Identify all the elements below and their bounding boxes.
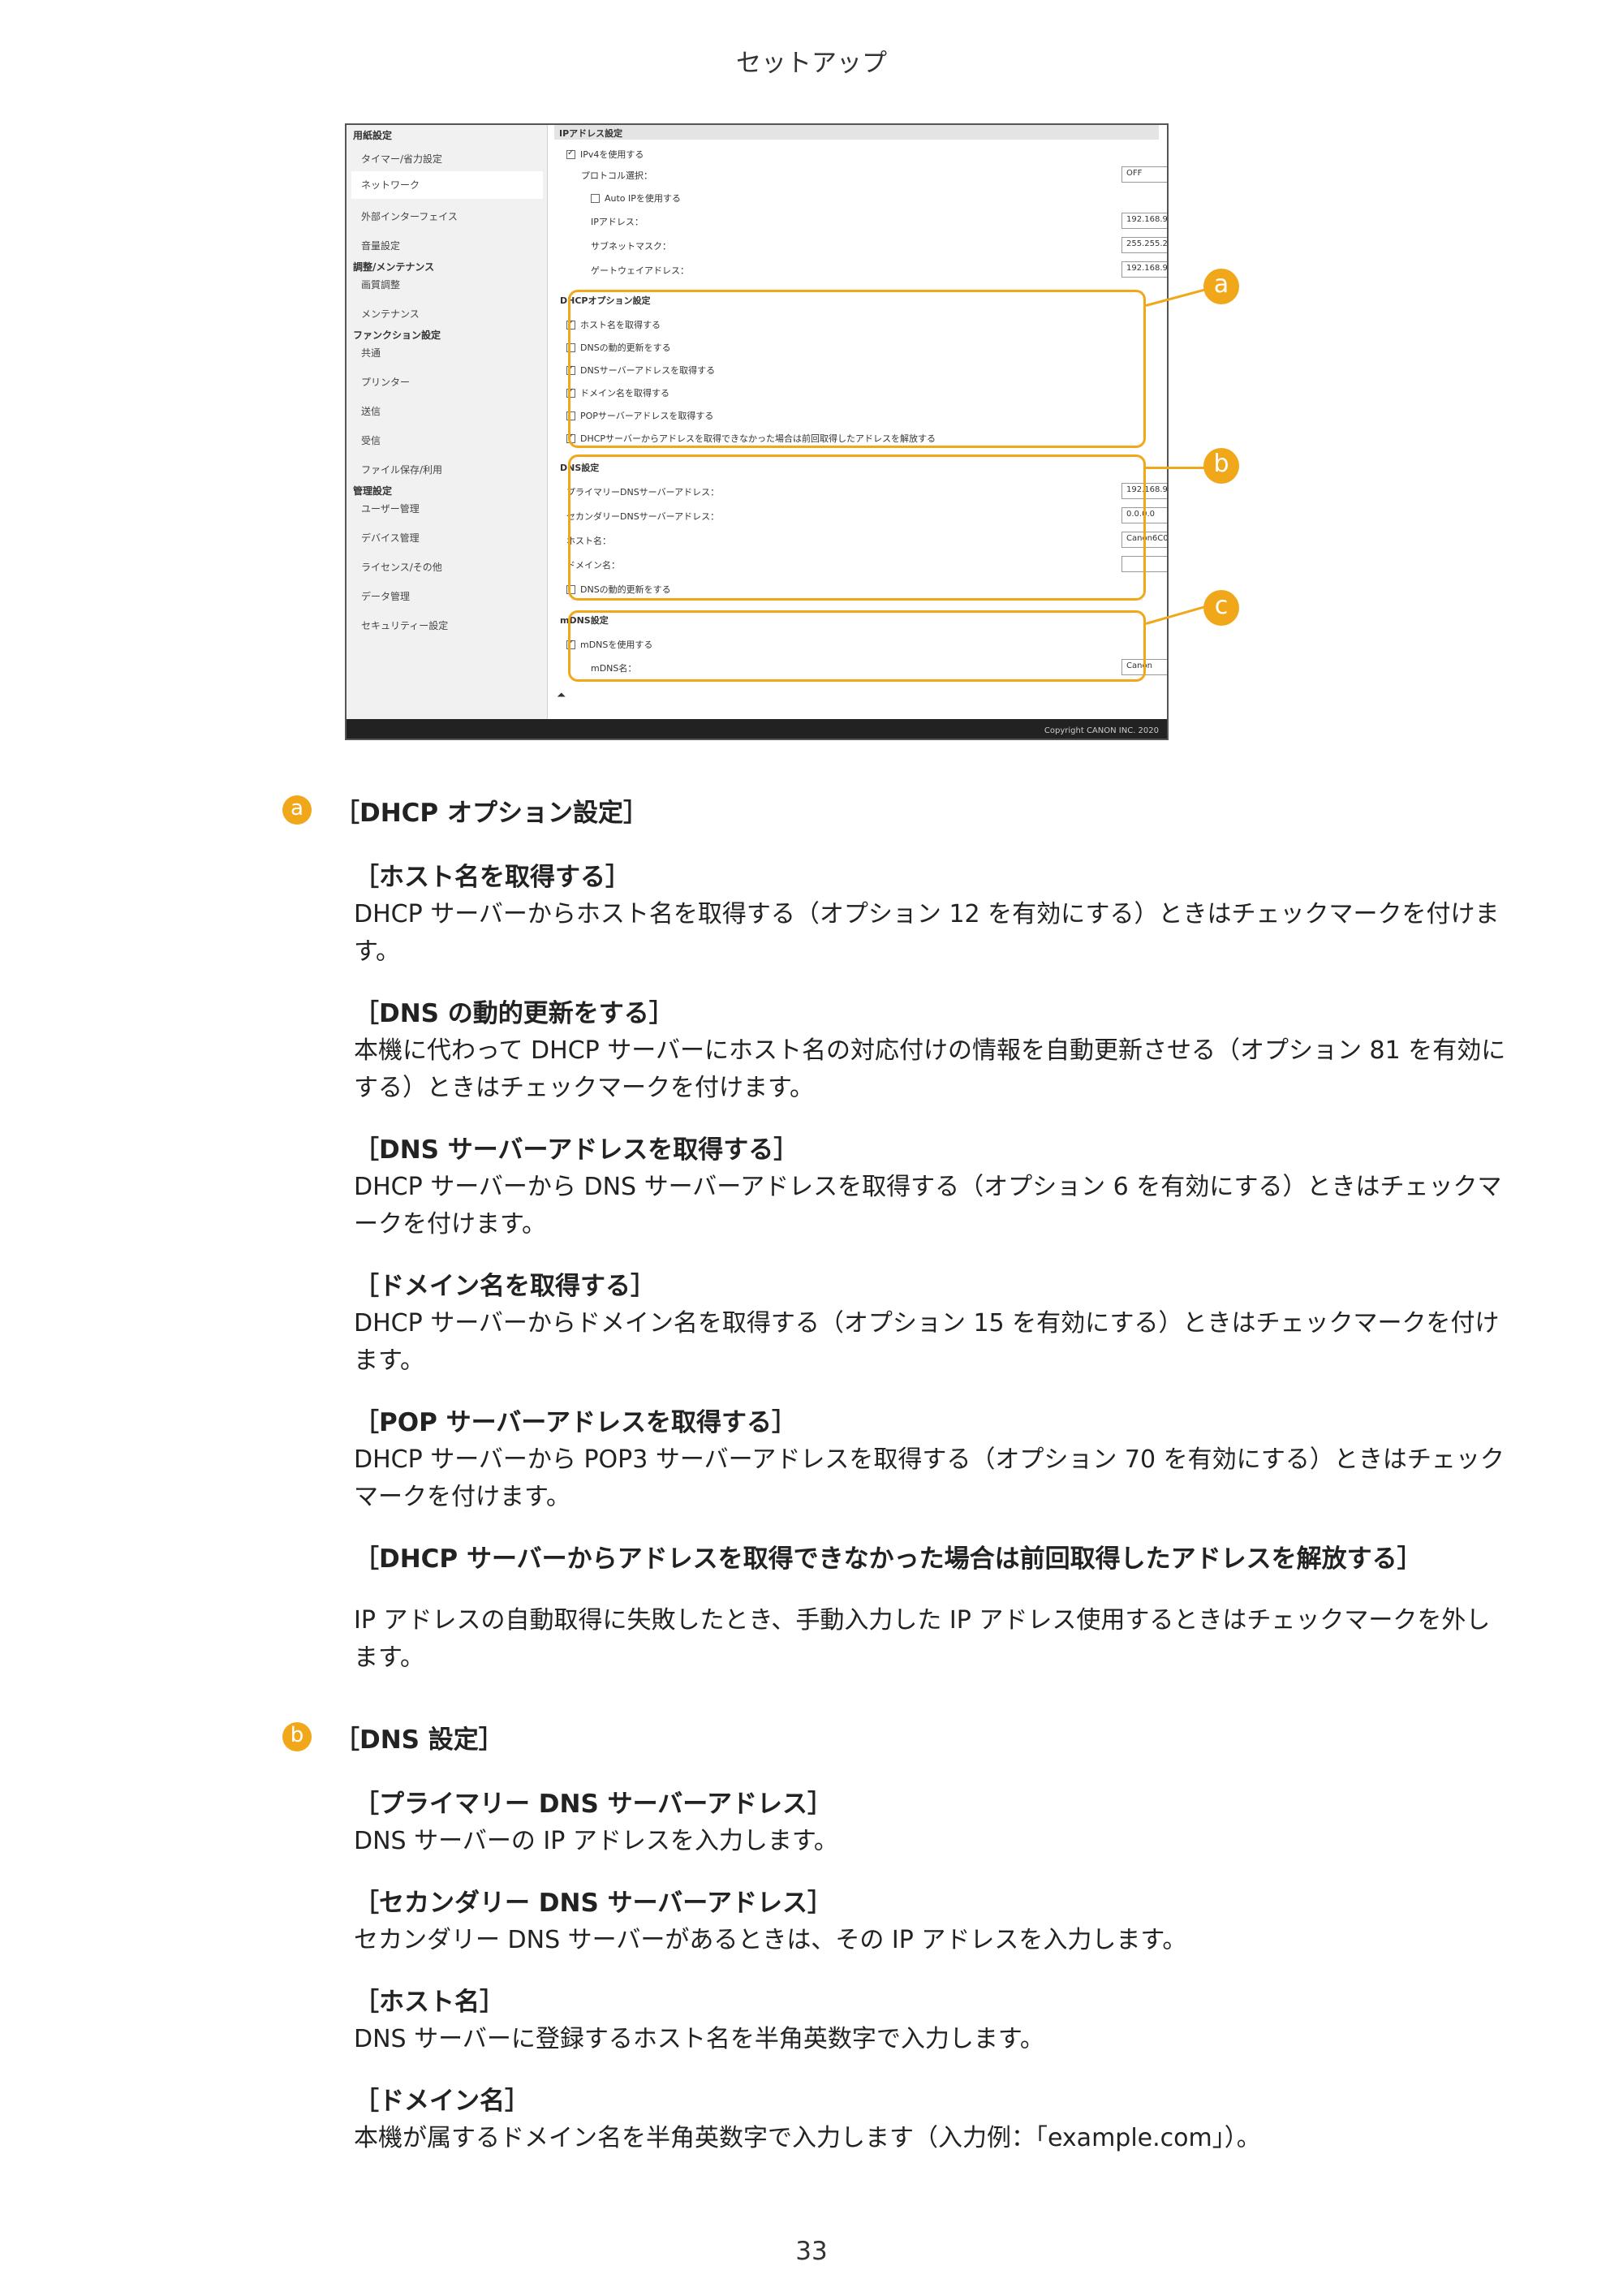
ip-address-field[interactable]: 192.168.92.128 bbox=[1121, 213, 1167, 229]
sidebar-item-security[interactable]: セキュリティー設定 bbox=[361, 618, 448, 632]
item-title: ［ホスト名］ bbox=[354, 1988, 505, 2017]
item-body: セカンダリー DNS サーバーがあるときは、その IP アドレスを入力します。 bbox=[354, 1926, 1187, 1954]
item-hostname: ［ホスト名を取得する］ DHCP サーバーからホスト名を取得する（オプション 1… bbox=[354, 859, 1514, 971]
item-title: ［ドメイン名を取得する］ bbox=[354, 1272, 656, 1301]
sidebar-item-receive[interactable]: 受信 bbox=[361, 433, 381, 447]
item-domain: ［ドメイン名を取得する］ DHCP サーバーからドメイン名を取得する（オプション… bbox=[354, 1268, 1514, 1380]
item-body: DHCP サーバーからドメイン名を取得する（オプション 15 を有効にする）とき… bbox=[354, 1309, 1500, 1375]
item-body: DNS サーバーの IP アドレスを入力します。 bbox=[354, 1827, 838, 1855]
sidebar-category: ファンクション設定 bbox=[353, 330, 441, 341]
callout-b: b bbox=[1203, 448, 1239, 484]
item-secondary-dns: ［セカンダリー DNS サーバーアドレス］ セカンダリー DNS サーバーがある… bbox=[354, 1885, 1514, 1959]
item-domain-name: ［ドメイン名］ 本機が属するドメイン名を半角英数字で入力します（入力例：「exa… bbox=[354, 2083, 1514, 2157]
item-body: IP アドレスの自動取得に失敗したとき、手動入力した IP アドレス使用するとき… bbox=[354, 1606, 1491, 1672]
callout-a: a bbox=[1203, 269, 1239, 304]
section-badge-a: a bbox=[282, 795, 312, 825]
item-title: ［セカンダリー DNS サーバーアドレス］ bbox=[354, 1889, 833, 1918]
item-title: ［ドメイン名］ bbox=[354, 2087, 530, 2116]
sidebar-item-image-quality[interactable]: 画質調整 bbox=[361, 278, 400, 291]
sidebar-item-data[interactable]: データ管理 bbox=[361, 589, 410, 603]
sidebar-item-device[interactable]: デバイス管理 bbox=[361, 531, 420, 545]
ip-section-header: IPアドレス設定 bbox=[554, 125, 1159, 140]
page-number: 33 bbox=[795, 2237, 828, 2266]
sidebar-item-users[interactable]: ユーザー管理 bbox=[361, 502, 420, 515]
sidebar-item-printer[interactable]: プリンター bbox=[361, 375, 410, 389]
highlight-mdns bbox=[568, 610, 1146, 682]
item-title: ［DNS サーバーアドレスを取得する］ bbox=[354, 1135, 799, 1165]
sidebar-category: 調整/メンテナンス bbox=[353, 261, 435, 273]
subnet-field[interactable]: 255.255.255.0 bbox=[1121, 237, 1167, 253]
sidebar-item-common[interactable]: 共通 bbox=[361, 346, 381, 360]
item-title: ［プライマリー DNS サーバーアドレス］ bbox=[354, 1790, 833, 1819]
highlight-dhcp bbox=[568, 290, 1146, 448]
sidebar-item-license[interactable]: ライセンス/その他 bbox=[361, 560, 442, 574]
item-pop: ［POP サーバーアドレスを取得する］ DHCP サーバーから POP3 サーバ… bbox=[354, 1404, 1514, 1516]
sidebar-item-network[interactable]: ネットワーク bbox=[351, 171, 543, 199]
item-dns-server: ［DNS サーバーアドレスを取得する］ DHCP サーバーから DNS サーバー… bbox=[354, 1131, 1514, 1243]
section-title-dns: ［DNS 設定］ bbox=[334, 1725, 504, 1755]
protocol-select[interactable]: OFF ⌄ bbox=[1121, 166, 1167, 183]
item-dns-update: ［DNS の動的更新をする］ 本機に代わって DHCP サーバーにホスト名の対応… bbox=[354, 995, 1514, 1107]
subnet-label: サブネットマスク： bbox=[591, 241, 671, 252]
sidebar-item-maintenance[interactable]: メンテナンス bbox=[361, 307, 420, 321]
sidebar-item-timer[interactable]: タイマー/省力設定 bbox=[361, 152, 442, 166]
section-title-dhcp: ［DHCP オプション設定］ bbox=[334, 799, 648, 828]
screenshot-footer: Copyright CANON INC. 2020 bbox=[347, 719, 1167, 739]
sidebar-item-interface[interactable]: 外部インターフェイス bbox=[361, 209, 458, 223]
sidebar-category: 管理設定 bbox=[353, 485, 393, 497]
item-body: DHCP サーバーから POP3 サーバーアドレスを取得する（オプション 70 … bbox=[354, 1445, 1505, 1511]
settings-sidebar: 用紙設定 タイマー/省力設定 ネットワーク 外部インターフェイス 音量設定 調整… bbox=[347, 125, 548, 719]
item-title: ［POP サーバーアドレスを取得する］ bbox=[354, 1408, 798, 1437]
sidebar-item-send[interactable]: 送信 bbox=[361, 404, 381, 418]
use-ipv4-checkbox[interactable]: IPv4を使用する bbox=[566, 148, 644, 161]
item-title: ［DNS の動的更新をする］ bbox=[354, 999, 674, 1028]
ip-address-label: IPアドレス： bbox=[591, 217, 644, 227]
item-body: 本機に代わって DHCP サーバーにホスト名の対応付けの情報を自動更新させる（オ… bbox=[354, 1036, 1506, 1102]
item-release: ［DHCP サーバーからアドレスを取得できなかった場合は前回取得したアドレスを解… bbox=[354, 1540, 1514, 1677]
protocol-label: プロトコル選択： bbox=[581, 170, 652, 181]
chevron-down-icon: ⌄ bbox=[1165, 169, 1167, 178]
item-title: ［ホスト名を取得する］ bbox=[354, 863, 631, 892]
auto-ip-checkbox[interactable]: Auto IPを使用する bbox=[591, 192, 681, 205]
gateway-label: ゲートウェイアドレス： bbox=[591, 265, 689, 276]
callout-c: c bbox=[1203, 590, 1239, 626]
item-body: DNS サーバーに登録するホスト名を半角英数字で入力します。 bbox=[354, 2025, 1044, 2053]
item-title: ［DHCP サーバーからアドレスを取得できなかった場合は前回取得したアドレスを解… bbox=[354, 1544, 1423, 1574]
highlight-dns bbox=[568, 454, 1146, 601]
item-body: 本機が属するドメイン名を半角英数字で入力します（入力例：「example.com… bbox=[354, 2124, 1261, 2152]
page-top-icon[interactable]: ⏶ bbox=[557, 689, 566, 702]
sidebar-item-volume[interactable]: 音量設定 bbox=[361, 239, 400, 252]
sidebar-item-file[interactable]: ファイル保存/利用 bbox=[361, 463, 442, 476]
item-body: DHCP サーバーからホスト名を取得する（オプション 12 を有効にする）ときは… bbox=[354, 900, 1500, 966]
item-host-name: ［ホスト名］ DNS サーバーに登録するホスト名を半角英数字で入力します。 bbox=[354, 1984, 1514, 2058]
sidebar-category: 用紙設定 bbox=[353, 130, 393, 141]
section-badge-b: b bbox=[282, 1722, 312, 1751]
page-header: セットアップ bbox=[736, 49, 887, 78]
gateway-field[interactable]: 192.168.92.2 bbox=[1121, 261, 1167, 278]
item-body: DHCP サーバーから DNS サーバーアドレスを取得する（オプション 6 を有… bbox=[354, 1173, 1502, 1238]
item-primary-dns: ［プライマリー DNS サーバーアドレス］ DNS サーバーの IP アドレスを… bbox=[354, 1786, 1514, 1860]
